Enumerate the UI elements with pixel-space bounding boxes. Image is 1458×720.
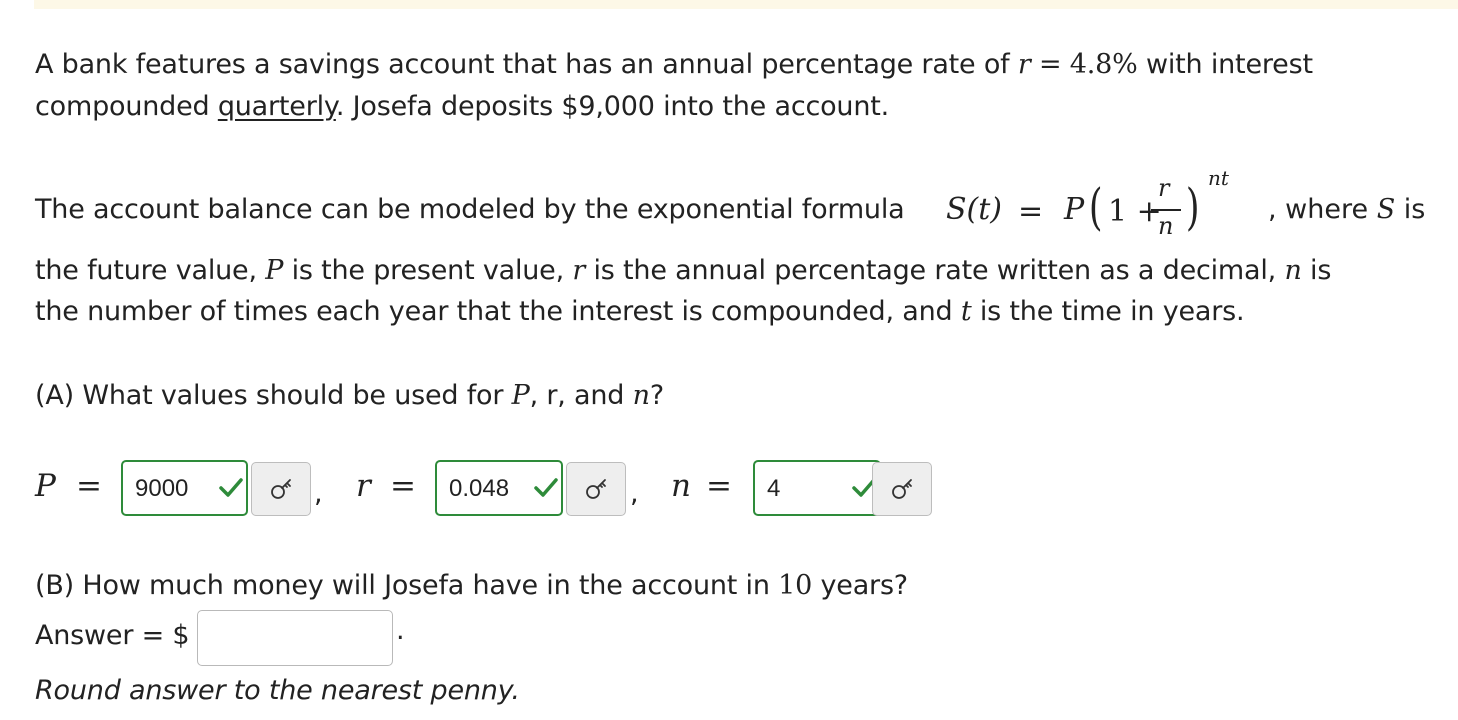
part-a-n: n <box>632 380 650 411</box>
formula-exponent: nt <box>1208 166 1229 190</box>
part-a-question: (A) What values should be used for P, r,… <box>35 375 664 416</box>
model-lead: The account balance can be modeled by th… <box>35 189 905 230</box>
after-formula-tail: is <box>1395 194 1426 225</box>
model-line3-b: is the time in years. <box>971 296 1245 327</box>
model-line2-b: is the present value, <box>283 255 573 286</box>
compounding-link[interactable]: quarterly <box>218 91 336 122</box>
answer-input[interactable] <box>197 610 393 666</box>
intro-line-2: compounded quarterly. Josefa deposits $9… <box>35 86 889 127</box>
round-note-text: Round answer to the nearest penny. <box>35 675 520 706</box>
present-value-variable: P <box>265 255 284 286</box>
model-lead-text: The account balance can be modeled by th… <box>35 194 905 225</box>
n-input[interactable]: 4 <box>753 460 881 516</box>
formula-principal: P <box>1064 192 1085 227</box>
check-icon <box>534 478 558 497</box>
key-icon <box>892 479 912 499</box>
rate-variable-2: r <box>572 255 586 286</box>
model-line-2: the future value, P is the present value… <box>35 250 1331 291</box>
model-line2-c: is the annual percentage rate written as… <box>585 255 1285 286</box>
formula-left-paren: ( <box>1088 178 1103 236</box>
intro-tail: with interest <box>1137 49 1313 80</box>
formula-lhs: S(t) <box>946 192 1003 227</box>
formula-fraction-bar <box>1151 209 1181 211</box>
round-note: Round answer to the nearest penny. <box>35 670 520 711</box>
intro-text: A bank features a savings account that h… <box>35 49 1018 80</box>
P-equals: = <box>76 468 102 504</box>
P-input[interactable]: 9000 <box>121 460 248 516</box>
comma-1: , <box>314 478 323 509</box>
part-a-text: (A) What values should be used for <box>35 380 512 411</box>
future-value-variable: S <box>1376 194 1396 225</box>
r-input-value: 0.048 <box>449 475 510 502</box>
r-key-button[interactable] <box>566 462 626 516</box>
answer-period: . <box>396 615 405 646</box>
top-banner <box>34 0 1458 9</box>
key-icon <box>271 479 291 499</box>
part-b-years: 10 <box>778 570 813 601</box>
answer-label: Answer = $ <box>35 615 190 656</box>
formula-one-plus: 1 + <box>1108 194 1162 229</box>
n-key-button[interactable] <box>872 462 932 516</box>
model-line2-d: is <box>1301 255 1332 286</box>
model-after-formula: , where S is <box>1268 189 1425 230</box>
intro-line2-prefix: compounded <box>35 91 218 122</box>
part-a-P: P <box>511 380 530 411</box>
formula-equals: = <box>1018 194 1044 229</box>
comma-2: , <box>630 478 639 509</box>
key-icon <box>586 479 606 499</box>
n-variable: n <box>1284 255 1302 286</box>
answer-label-text: Answer = $ <box>35 620 190 651</box>
r-input[interactable]: 0.048 <box>435 460 563 516</box>
time-variable: t <box>960 296 972 327</box>
compound-interest-formula: S(t) = P ( 1 + r n ) nt <box>946 160 1246 250</box>
intro-line2-suffix: . Josefa deposits $9,000 into the accoun… <box>335 91 890 122</box>
part-a-end: ? <box>649 380 664 411</box>
formula-right-paren: ) <box>1185 178 1200 236</box>
r-equals: = <box>390 468 416 504</box>
part-b-end: years? <box>812 570 909 601</box>
part-a-mid: , r, and <box>529 380 633 411</box>
check-icon <box>219 478 243 497</box>
rate-value: = 4.8% <box>1038 49 1138 80</box>
model-line2-a: the future value, <box>35 255 266 286</box>
rate-variable: r <box>1017 49 1031 80</box>
model-line-3: the number of times each year that the i… <box>35 291 1245 332</box>
n-equals: = <box>706 468 732 504</box>
model-line3-a: the number of times each year that the i… <box>35 296 961 327</box>
P-key-button[interactable] <box>251 462 311 516</box>
formula-denominator: n <box>1158 212 1174 240</box>
part-b-text: (B) How much money will Josefa have in t… <box>35 570 779 601</box>
r-label: r <box>356 468 371 504</box>
formula-numerator: r <box>1158 174 1170 202</box>
part-b-question: (B) How much money will Josefa have in t… <box>35 565 908 606</box>
n-label: n <box>671 468 691 504</box>
intro-line-1: A bank features a savings account that h… <box>35 44 1313 85</box>
P-input-value: 9000 <box>135 475 189 502</box>
P-label: P <box>35 468 56 504</box>
after-formula-text: , where <box>1268 194 1377 225</box>
n-input-value: 4 <box>767 475 781 502</box>
